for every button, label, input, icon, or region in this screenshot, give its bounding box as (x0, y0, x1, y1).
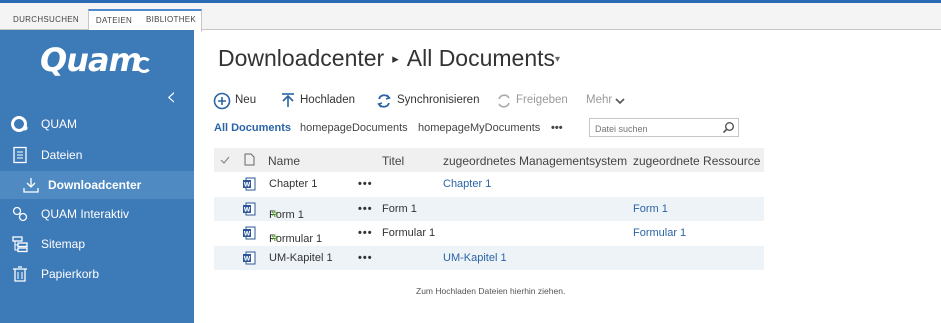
column-header-resource[interactable]: zugeordnete Ressource (633, 154, 760, 168)
tab-dateien[interactable]: DATEIEN (89, 11, 139, 30)
chevron-down-icon (615, 98, 625, 105)
sidebar-item-papierkorb[interactable]: Papierkorb (0, 260, 194, 288)
file-name-link[interactable]: Chapter 1 (269, 178, 317, 190)
file-type-icon (244, 153, 255, 166)
search-input[interactable] (590, 120, 716, 138)
word-document-icon: W (243, 177, 256, 191)
word-document-icon: W (243, 226, 256, 240)
tab-bibliothek[interactable]: BIBLIOTHEK (140, 9, 202, 31)
table-row[interactable]: W UM-Kapitel 1 ••• UM-Kapitel 1 (214, 245, 764, 270)
sidebar-item-label: Downloadcenter (48, 178, 142, 192)
item-menu-button[interactable]: ••• (358, 178, 373, 190)
cell-system-link[interactable]: Chapter 1 (443, 178, 491, 190)
quam-logo-icon (11, 116, 28, 132)
documents-icon (13, 146, 27, 164)
brand-logo-mark (136, 57, 152, 73)
search-icon[interactable] (722, 121, 735, 134)
sidebar-item-quam[interactable]: QUAM (0, 110, 194, 138)
sidebar-item-label: QUAM (41, 117, 77, 131)
column-header-title[interactable]: Titel (382, 154, 404, 168)
view-title[interactable]: All Documents (407, 45, 555, 71)
file-name-link[interactable]: UM-Kapitel 1 (269, 252, 333, 264)
cell-system-link[interactable]: UM-Kapitel 1 (443, 252, 507, 264)
sidebar-item-downloadcenter[interactable]: Downloadcenter (0, 171, 194, 199)
site-title-link[interactable]: Downloadcenter (218, 45, 384, 71)
sync-icon (377, 94, 391, 108)
sync-button[interactable]: Synchronisieren (376, 92, 480, 110)
cell-title: Form 1 (382, 202, 417, 215)
breadcrumb-separator-icon: ▸ (392, 51, 399, 66)
table-row[interactable]: W Formular 1 ✲ ••• Formular 1 Formular 1 (214, 221, 764, 246)
sidebar-item-label: Dateien (41, 148, 83, 162)
main-content: Downloadcenter ▸ All Documents▾ Neu Hochla… (194, 30, 941, 323)
svg-text:W: W (244, 206, 251, 213)
share-label: Freigeben (516, 94, 568, 106)
item-menu-button[interactable]: ••• (358, 252, 373, 264)
share-icon (498, 94, 510, 108)
collapse-sidebar-icon[interactable]: ‹ (166, 82, 176, 112)
share-button[interactable]: Freigeben (496, 92, 568, 110)
select-all-checkmark-icon[interactable] (220, 155, 230, 165)
table-row[interactable]: W Chapter 1 ••• Chapter 1 (214, 172, 764, 197)
document-table: Name Titel zugeordnetes Managementsystem… (214, 148, 764, 270)
interactive-icon (12, 206, 28, 222)
view-link-all-documents[interactable]: All Documents (214, 122, 291, 134)
cell-resource-link[interactable]: Form 1 (633, 203, 668, 215)
item-menu-button[interactable]: ••• (358, 227, 373, 239)
plus-circle-icon (213, 92, 231, 110)
download-icon (23, 178, 39, 193)
upload-icon (282, 93, 294, 107)
more-label: Mehr (586, 94, 613, 106)
view-link-homepage-my-documents[interactable]: homepageMyDocuments (418, 122, 540, 134)
item-menu-button[interactable]: ••• (358, 203, 373, 215)
new-label: Neu (235, 94, 257, 106)
tab-durchsuchen[interactable]: DURCHSUCHEN (8, 9, 84, 31)
svg-text:W: W (244, 182, 251, 189)
column-header-system[interactable]: zugeordnetes Managementsystem (443, 154, 627, 168)
sidebar-item-label: Papierkorb (41, 267, 100, 281)
sidebar-item-label: QUAM Interaktiv (41, 207, 130, 221)
sidebar-item-quam-interaktiv[interactable]: QUAM Interaktiv (0, 200, 194, 228)
sitemap-icon (12, 236, 28, 253)
trash-icon (13, 266, 27, 282)
sync-label: Synchronisieren (397, 94, 480, 106)
svg-text:W: W (244, 231, 251, 238)
sidebar-item-sitemap[interactable]: Sitemap (0, 230, 194, 258)
new-button[interactable]: Neu (213, 92, 261, 110)
more-button[interactable]: Mehr (586, 92, 628, 110)
table-row[interactable]: W Form 1 ✲ ••• Form 1 Form 1 (214, 196, 764, 221)
new-item-icon: ✲ (271, 208, 279, 219)
new-item-icon: ✲ (271, 233, 279, 243)
sidebar: Quam ‹ QUAM Dateien Downloadcenter QUAM … (0, 30, 194, 323)
word-document-icon: W (243, 251, 256, 264)
page-title: Downloadcenter ▸ All Documents▾ (218, 45, 560, 72)
table-header: Name Titel zugeordnetes Managementsystem… (214, 148, 764, 172)
search-box (589, 118, 739, 138)
view-link-homepage-documents[interactable]: homepageDocuments (300, 122, 408, 134)
word-document-icon: W (243, 202, 256, 215)
brand-logo[interactable]: Quam (40, 41, 142, 79)
svg-text:W: W (244, 255, 251, 262)
upload-drop-hint: Zum Hochladen Dateien hierhin ziehen. (416, 286, 566, 296)
view-dropdown-icon[interactable]: ▾ (555, 54, 560, 65)
sidebar-item-dateien[interactable]: Dateien (0, 141, 194, 169)
cell-title: Formular 1 (382, 227, 436, 239)
column-header-name[interactable]: Name (268, 154, 300, 168)
more-views-button[interactable]: ••• (551, 122, 563, 134)
upload-label: Hochladen (300, 94, 355, 106)
upload-button[interactable]: Hochladen (280, 92, 360, 110)
sidebar-item-label: Sitemap (41, 237, 86, 251)
cell-resource-link[interactable]: Formular 1 (633, 227, 686, 239)
ribbon: DURCHSUCHEN DATEIEN BIBLIOTHEK (0, 3, 941, 32)
